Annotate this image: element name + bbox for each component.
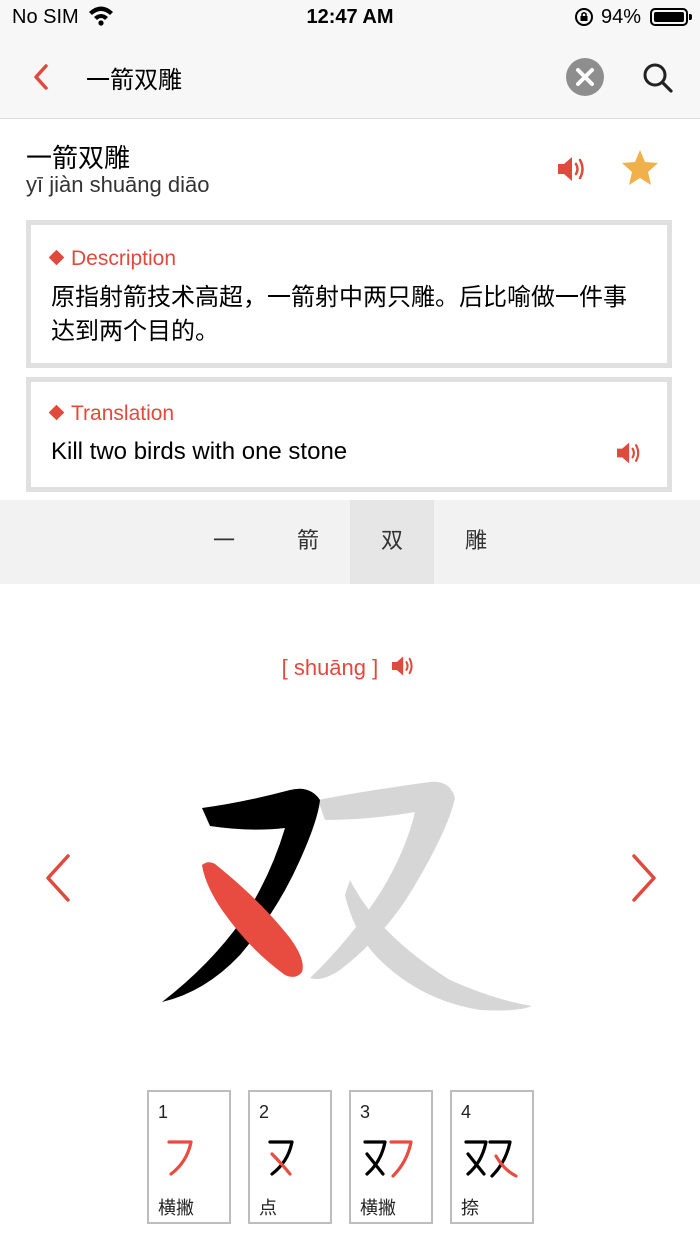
stroke-number: 1 (158, 1102, 169, 1122)
status-bar: No SIM 12:47 AM 94% (0, 0, 700, 36)
stroke-diagram (460, 1132, 520, 1186)
speaker-icon[interactable] (390, 654, 418, 684)
speaker-icon[interactable] (615, 440, 645, 470)
back-button[interactable] (28, 60, 58, 94)
char-tab[interactable]: 一 (182, 500, 266, 584)
description-text: 原指射箭技术高超，一箭射中两只雕。后比喻做一件事达到两个目的。 (51, 283, 627, 345)
entry-pinyin: yī jiàn shuāng diāo (26, 172, 210, 197)
stroke-card[interactable]: 2 点 (248, 1090, 332, 1224)
search-icon[interactable] (640, 60, 676, 100)
stroke-card[interactable]: 3 横撇 (349, 1090, 433, 1224)
stroke-diagram (157, 1132, 217, 1186)
previous-stroke-button[interactable] (40, 852, 76, 908)
stroke-diagram (258, 1132, 318, 1186)
description-card: Description 原指射箭技术高超，一箭射中两只雕。后比喻做一件事达到两个… (26, 220, 672, 368)
diamond-icon (48, 249, 65, 266)
search-header: 一箭双雕 (0, 36, 700, 119)
stroke-card[interactable]: 4 捺 (450, 1090, 534, 1224)
stroke-animation-glyph (150, 760, 550, 1034)
translation-card: Translation Kill two birds with one ston… (26, 377, 672, 492)
stroke-name: 横撇 (158, 1198, 194, 1219)
clock: 12:47 AM (306, 6, 394, 28)
stroke-name: 捺 (461, 1198, 479, 1219)
stroke-name: 点 (259, 1198, 277, 1219)
search-query[interactable]: 一箭双雕 (86, 60, 182, 95)
battery-percent: 94% (601, 6, 642, 28)
rotation-lock-icon (574, 7, 594, 31)
diamond-icon (48, 404, 65, 421)
stroke-number: 3 (360, 1102, 371, 1122)
description-title: Description (48, 247, 176, 271)
stroke-number: 2 (259, 1102, 270, 1122)
pronunciation-text: [ shuāng ] (281, 654, 379, 680)
translation-title: Translation (48, 402, 174, 426)
battery-icon (650, 8, 692, 26)
character-tabs: 一 箭 双 雕 (0, 500, 700, 584)
stroke-number: 4 (461, 1102, 472, 1122)
next-stroke-button[interactable] (626, 852, 662, 908)
favorite-star-icon[interactable] (620, 148, 660, 192)
char-tab[interactable]: 雕 (434, 500, 518, 584)
char-pronunciation: [ shuāng ] (0, 654, 700, 684)
stroke-card[interactable]: 1 横撇 (147, 1090, 231, 1224)
clear-search-button[interactable] (566, 58, 604, 96)
entry-word: 一箭双雕 (26, 144, 131, 174)
translation-text: Kill two birds with one stone (51, 438, 348, 465)
speaker-icon[interactable] (556, 154, 590, 188)
char-tab[interactable]: 箭 (266, 500, 350, 584)
char-tab-selected[interactable]: 双 (350, 500, 434, 584)
stroke-name: 横撇 (360, 1198, 396, 1219)
stroke-diagram (359, 1132, 419, 1186)
